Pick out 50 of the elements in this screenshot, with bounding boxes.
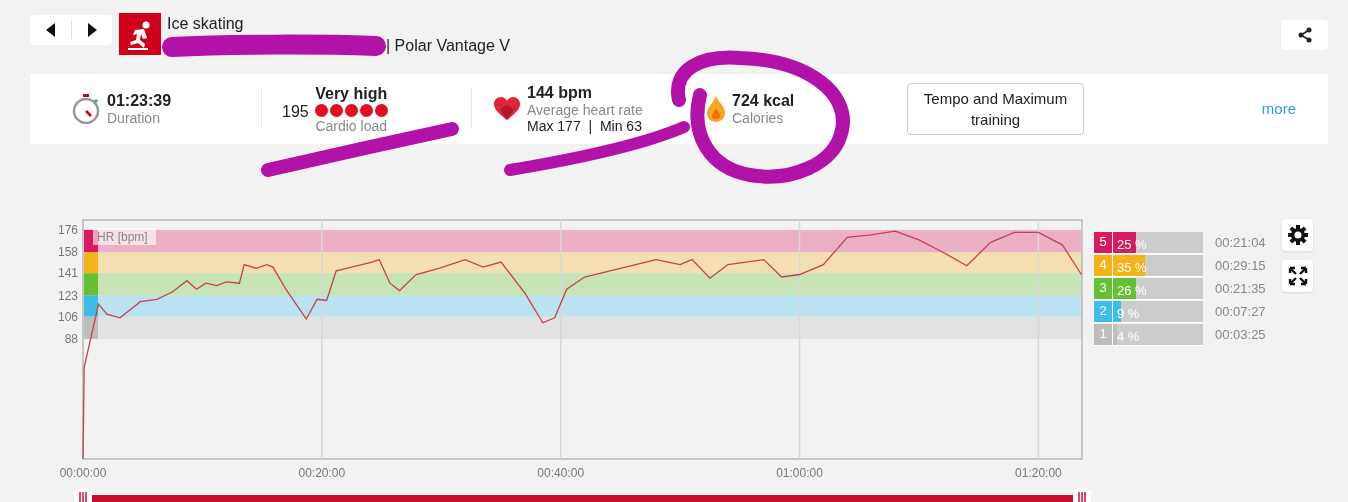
zone-time: 00:29:15: [1215, 256, 1267, 275]
axis-title: HR [bpm]: [93, 228, 156, 245]
heart-rate-range: Max 177 | Min 63: [527, 118, 643, 134]
x-axis-label: 00:40:00: [537, 466, 585, 480]
skater-icon: [119, 13, 161, 55]
zone-number: 5: [1094, 231, 1113, 253]
x-axis-label: 01:00:00: [776, 466, 823, 480]
x-axis-label: 00:20:00: [298, 466, 346, 480]
metric-value: 01:23:39: [107, 92, 172, 110]
settings-icon: [1287, 225, 1308, 245]
training-benefit-button[interactable]: Tempo and Maximum training: [907, 83, 1084, 135]
share-button[interactable]: [1281, 20, 1328, 50]
metric-value: 724 kcal: [732, 92, 795, 110]
y-axis-title: HR [bpm]: [97, 230, 148, 244]
zone-number: 1: [1094, 323, 1113, 345]
y-axis-label: 158: [57, 245, 78, 260]
metric-label: Average heart rate: [527, 102, 643, 118]
zone-number: 2: [1094, 300, 1113, 322]
activity-title: Ice skating: [167, 14, 245, 34]
fullscreen-icon: [1287, 266, 1308, 286]
y-axis-label: 106: [57, 309, 78, 324]
x-axis-label: 01:20:00: [1015, 466, 1062, 480]
y-axis-label: 176: [57, 222, 78, 237]
stopwatch-icon: [72, 94, 100, 124]
zone-time: 00:21:04: [1215, 233, 1267, 252]
metric-label: Cardio load: [315, 117, 387, 134]
heart-icon: [494, 97, 520, 121]
y-axis-label: 123: [57, 288, 78, 303]
cardio-load-level: Very high: [315, 84, 388, 103]
metric-value: 144 bpm: [527, 84, 593, 102]
zone-time: 00:21:35: [1215, 279, 1267, 298]
slider-handle[interactable]: [74, 487, 92, 502]
zone-time: 00:07:27: [1215, 302, 1267, 321]
zone-number: 3: [1094, 277, 1113, 299]
y-axis-label: 141: [57, 266, 78, 281]
flame-icon: [707, 96, 725, 122]
cardio-load-value: 195: [282, 102, 309, 122]
device-name: | Polar Vantage V: [386, 36, 510, 56]
fullscreen-button[interactable]: [1282, 260, 1313, 292]
settings-button[interactable]: [1282, 219, 1313, 251]
zone-number: 4: [1094, 254, 1113, 276]
slider-handle[interactable]: [1073, 487, 1091, 502]
next-icon: [87, 23, 97, 37]
y-axis-label: 88: [64, 331, 78, 346]
metric-label: Calories: [732, 110, 785, 126]
x-axis-label: 00:00:00: [59, 466, 107, 480]
previous-icon: [45, 23, 56, 37]
metric-label: Duration: [107, 110, 161, 126]
zone-time: 00:03:25: [1215, 325, 1267, 344]
share-icon: [1296, 27, 1313, 43]
